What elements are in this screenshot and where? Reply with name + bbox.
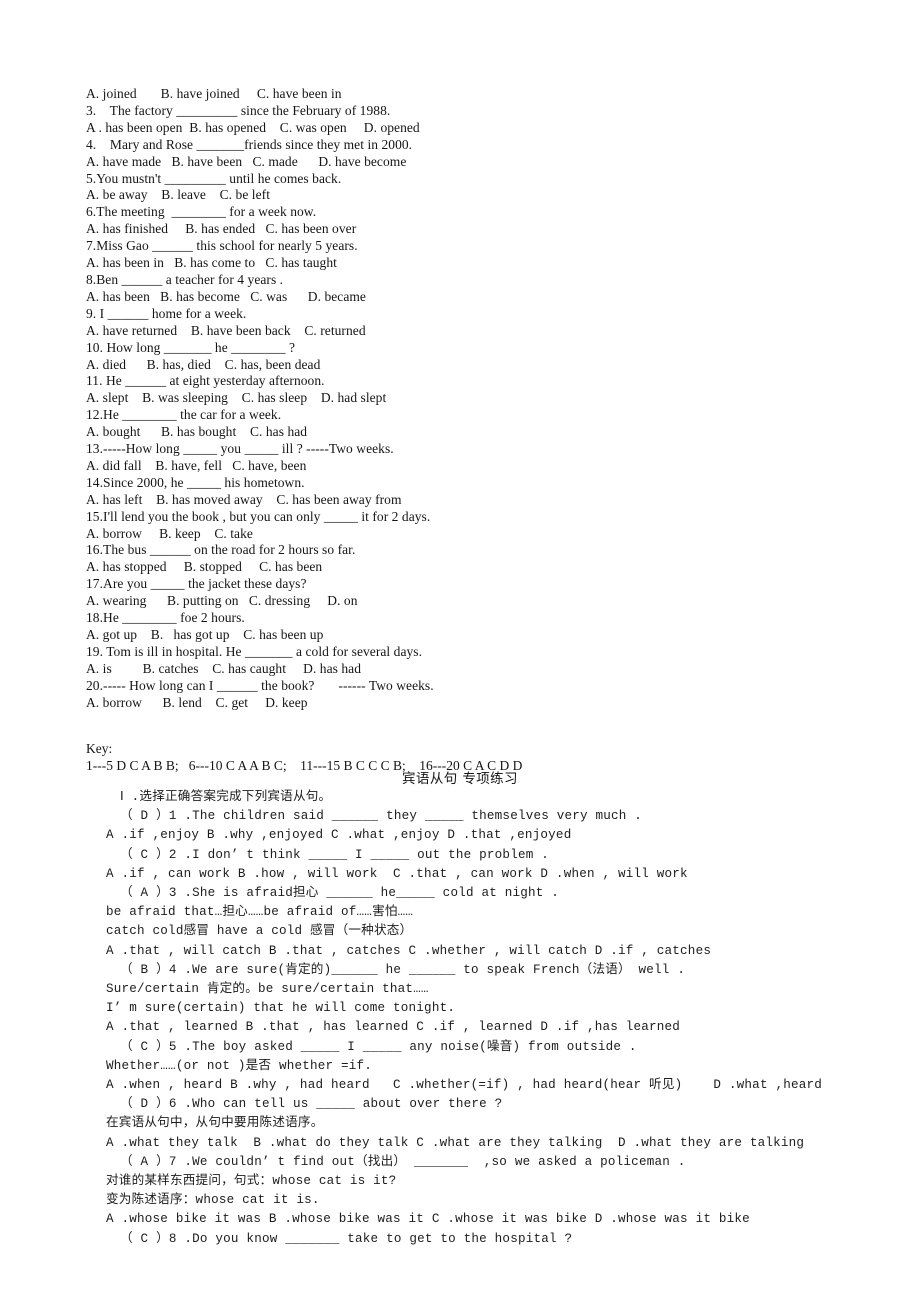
exercise-line: 8.Ben ______ a teacher for 4 years . (86, 271, 284, 287)
exercise-line: 9. I ______ home for a week. (86, 305, 247, 321)
exercise-line: A .that , will catch B .that , catches C… (106, 943, 712, 958)
exercise-line: 17.Are you _____ the jacket these days? (86, 576, 307, 592)
exercise-line: A .that , learned B .that , has learned … (106, 1020, 681, 1035)
exercise-line: A. has finished B. has ended C. has been… (86, 221, 357, 237)
exercise-line: A. died B. has, died C. has, been dead (86, 356, 321, 372)
note-line: Whether……(or not )是否 whether =if. (106, 1058, 373, 1073)
exercise-line: A . has been open B. has opened C. was o… (86, 119, 420, 135)
exercise-line: A. has left B. has moved away C. has bee… (86, 491, 402, 507)
scanned-page: A. joined B. have joined C. have been in… (0, 0, 920, 1302)
exercise-line: A. joined B. have joined C. have been in (86, 86, 342, 101)
exercise-line: 15.I'll lend you the book , but you can … (86, 508, 431, 524)
exercise-line: 14.Since 2000, he _____ his hometown. (86, 474, 305, 490)
exercise-line: A. borrow B. lend C. get D. keep (86, 694, 308, 710)
exercise-line: A. bought B. has bought C. has had (86, 424, 308, 440)
answer-key-block: Key: 1---5 D C A B B; 6---10 C A A B C; … (86, 740, 886, 774)
exercise-line: A. have made B. have been C. made D. hav… (86, 153, 407, 169)
note-line: 变为陈述语序：whose cat it is. (106, 1193, 320, 1208)
section-title-object-clause: 宾语从句 专项练习 (402, 771, 518, 787)
note-line: 在宾语从句中，从句中要用陈述语序。 (106, 1116, 324, 1131)
exercise-line: 11. He ______ at eight yesterday afterno… (86, 373, 325, 389)
exercise-line: A. did fall B. have, fell C. have, been (86, 457, 307, 473)
exercise-line: （ A ）3 .She is afraid担心 ______ he_____ c… (120, 886, 560, 901)
exercise-line: （ D ）6 .Who can tell us _____ about over… (120, 1097, 503, 1112)
exercise-line: A. is B. catches C. has caught D. has ha… (86, 660, 362, 676)
exercise-line: （ C ）5 .The boy asked _____ I _____ any … (120, 1039, 637, 1054)
note-line: I’ m sure(certain) that he will come ton… (106, 1001, 456, 1016)
exercise-line: （ A ）7 .We couldn’ t find out（找出） ______… (120, 1154, 686, 1169)
exercise-line: A .what they talk B .what do they talk C… (106, 1135, 805, 1150)
exercise-line: A. borrow B. keep C. take (86, 525, 253, 541)
exercise-line: A .when , heard B .why , had heard C .wh… (106, 1078, 823, 1093)
exercise-line: A. got up B. has got up C. has been up (86, 627, 324, 642)
exercise-line: A. has been B. has become C. was D. beca… (86, 288, 366, 304)
exercise-line: 16.The bus ______ on the road for 2 hour… (86, 542, 356, 558)
exercise-line: A. has stopped B. stopped C. has been (86, 559, 323, 575)
exercise-line: （ C ）8 .Do you know _______ take to get … (120, 1231, 573, 1246)
exercise-line: （ C ）2 .I don’ t think _____ I _____ out… (120, 847, 549, 862)
exercise-line: A. be away B. leave C. be left (86, 187, 270, 203)
exercise-line: A. has been in B. has come to C. has tau… (86, 255, 337, 271)
exercise-line: A. slept B. was sleeping C. has sleep D.… (86, 390, 387, 406)
note-line: catch cold感冒 have a cold 感冒（一种状态） (106, 924, 413, 939)
exercise-line: （ B ）4 .We are sure(肯定的)______ he ______… (120, 962, 686, 977)
exercise-line: A .if , can work B .how , will work C .t… (106, 866, 688, 881)
exercise-line: 5.You mustn't _________ until he comes b… (86, 170, 342, 186)
exercise-line: 10. How long _______ he ________ ? (86, 339, 296, 355)
exercise-line: A .if ,enjoy B .why ,enjoyed C .what ,en… (106, 828, 572, 843)
exercise-line: 7.Miss Gao ______ this school for nearly… (86, 238, 358, 254)
exercise-line: 12.He ________ the car for a week. (86, 407, 282, 423)
exercise-line: 13.-----How long _____ you _____ ill ? -… (86, 441, 394, 457)
exercise-line: 20.----- How long can I ______ the book?… (86, 677, 434, 693)
exercise-line: 19. Tom is ill in hospital. He _______ a… (86, 643, 423, 659)
exercise-line: A .whose bike it was B .whose bike was i… (106, 1212, 750, 1227)
object-clause-section: Ⅰ .选择正确答案完成下列宾语从句。 （ D ）1 .The children … (106, 788, 906, 1249)
exercise-line: 18.He ________ foe 2 hours. (86, 610, 245, 626)
instruction-line: Ⅰ .选择正确答案完成下列宾语从句。 (120, 790, 332, 804)
exercise-line: A. have returned B. have been back C. re… (86, 322, 366, 338)
exercise-line: A. wearing B. putting on C. dressing D. … (86, 593, 358, 609)
exercise-line: （ D ）1 .The children said ______ they __… (120, 809, 643, 824)
present-perfect-section: A. joined B. have joined C. have been in… (86, 86, 886, 712)
exercise-line: 4. Mary and Rose _______friends since th… (86, 136, 413, 152)
exercise-line: 3. The factory _________ since the Febru… (86, 102, 391, 118)
note-line: 对谁的某样东西提问，句式：whose cat is it? (106, 1174, 397, 1189)
note-line: Sure/certain 肯定的。be sure/certain that…… (106, 982, 429, 997)
answer-key-label: Key: (86, 741, 113, 756)
note-line: be afraid that…担心……be afraid of……害怕…… (106, 905, 414, 920)
exercise-line: 6.The meeting ________ for a week now. (86, 204, 317, 220)
